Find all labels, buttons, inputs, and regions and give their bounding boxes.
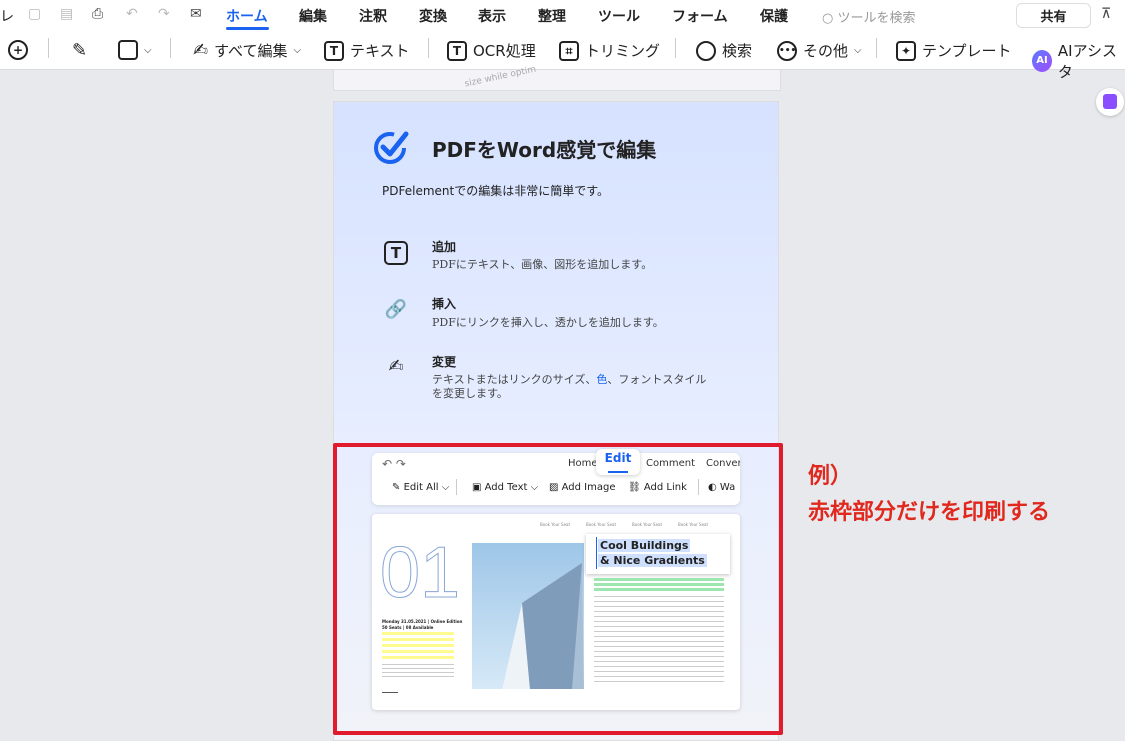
ocr-button[interactable]: T OCR処理 (447, 40, 536, 61)
crop-button[interactable]: ⌗ トリミング (559, 40, 660, 61)
crop-icon: ⌗ (559, 40, 579, 61)
color-link: 色 (596, 373, 608, 386)
search-button[interactable]: 検索 (696, 40, 752, 61)
hierarchy-icon[interactable]: ⊼ (1101, 6, 1111, 22)
link-icon: 🔗 (384, 298, 408, 320)
zoom-in-button[interactable]: + (8, 40, 28, 60)
tab-tools[interactable]: ツール (598, 6, 640, 26)
toolbar-divider (170, 38, 171, 58)
pen-edit-icon: ✍ (193, 40, 209, 61)
redo-icon[interactable]: ↷ (158, 6, 170, 22)
text-add-icon: T (383, 240, 409, 266)
trim-label: トリミング (585, 42, 661, 60)
tab-edit[interactable]: 編集 (299, 6, 327, 26)
feature-desc-part: を変更します。 (432, 387, 508, 400)
chevron-down-icon: ⌵ (144, 44, 152, 56)
side-panel-button[interactable] (1096, 88, 1124, 116)
feature-desc-part: 、フォントスタイル (607, 373, 707, 386)
tab-protect[interactable]: 保護 (760, 6, 788, 26)
undo-icon[interactable]: ↶ (126, 6, 138, 22)
ai-label: AIアシスタ (1057, 42, 1118, 81)
edit-all-label: すべて編集 (214, 42, 288, 60)
text-label: テキスト (350, 42, 410, 60)
ai-assistant-button[interactable]: AI AIアシスタ (1032, 40, 1125, 82)
feature-desc: テキストまたはリンクのサイズ、色、フォントスタイルを変更します。 (432, 373, 742, 401)
save-icon[interactable]: ▢ (28, 6, 41, 22)
search-icon: ○ (822, 11, 834, 26)
feature-desc: PDFにテキスト、画像、図形を追加します。 (432, 258, 653, 271)
page-title: PDFをWord感覚で編集 (432, 138, 657, 162)
save-as-icon[interactable]: ▤ (60, 6, 73, 22)
mail-icon[interactable]: ✉ (190, 6, 202, 22)
tab-annotate[interactable]: 注釈 (359, 6, 387, 26)
ai-panel-icon (1103, 94, 1117, 109)
chevron-down-icon: ⌵ (854, 45, 862, 56)
shape-button[interactable]: ⌵ (118, 40, 152, 60)
share-button[interactable]: 共有 (1016, 3, 1091, 28)
feature-title: 追加 (432, 240, 457, 254)
tab-convert[interactable]: 変換 (419, 6, 447, 26)
share-label: 共有 (1040, 10, 1067, 25)
annotation-line2: 赤枠部分だけを印刷する (808, 500, 1051, 525)
ocr-icon: T (447, 40, 467, 61)
other-label: その他 (803, 42, 849, 60)
toolbar-divider (675, 38, 676, 58)
menu-bar: レ ▢ ▤ ⎙ ↶ ↷ ✉ ホーム 編集 注釈 変換 表示 整理 ツール フォー… (0, 0, 1125, 30)
more-dots-icon: ••• (777, 40, 797, 61)
search-label: 検索 (722, 42, 753, 60)
tab-home[interactable]: ホーム (226, 6, 268, 26)
feature-desc-part: テキストまたはリンクのサイズ、 (432, 373, 597, 386)
rectangle-icon (118, 40, 138, 60)
highlighter-icon: ✎ (72, 40, 88, 61)
tab-organize[interactable]: 整理 (538, 6, 566, 26)
tool-search-placeholder: ツールを検索 (837, 11, 916, 26)
feature-title: 変更 (432, 355, 457, 369)
tab-form[interactable]: フォーム (672, 6, 728, 26)
feature-desc: PDFにリンクを挿入し、透かしを追加します。 (432, 316, 664, 329)
template-button[interactable]: ✦ テンプレート (896, 40, 1012, 61)
tab-view[interactable]: 表示 (478, 6, 506, 26)
edit-all-button[interactable]: ✍ すべて編集 ⌵ (193, 40, 301, 61)
tool-search[interactable]: ○ ツールを検索 (822, 7, 916, 26)
chevron-down-icon: ⌵ (293, 45, 302, 56)
add-text-button[interactable]: T テキスト (324, 40, 410, 61)
print-area-highlight (333, 443, 783, 735)
toolbar-divider (428, 38, 429, 58)
template-sparkle-icon: ✦ (896, 40, 916, 61)
highlight-button[interactable]: ✎ (72, 40, 87, 61)
checkmark-logo-icon (372, 128, 410, 166)
text-box-icon: T (324, 40, 344, 61)
menu-edge-glyph: レ (0, 9, 14, 25)
previous-page-strip: size while optim (333, 65, 781, 91)
print-icon[interactable]: ⎙ (92, 6, 103, 22)
annotation-line1: 例） (808, 464, 853, 489)
toolbar-divider (876, 38, 877, 58)
magnifier-icon (696, 40, 716, 61)
toolbar-divider (48, 38, 49, 58)
pen-icon: ✍ (388, 355, 404, 377)
zoom-in-icon: + (8, 40, 28, 60)
more-button[interactable]: ••• その他 ⌵ (777, 40, 862, 61)
page-subtitle: PDFelementでの編集は非常に簡単です。 (382, 184, 610, 198)
ocr-label: OCR処理 (473, 42, 536, 60)
feature-title: 挿入 (432, 297, 457, 311)
ai-badge-icon: AI (1032, 50, 1052, 72)
template-label: テンプレート (922, 42, 1012, 60)
